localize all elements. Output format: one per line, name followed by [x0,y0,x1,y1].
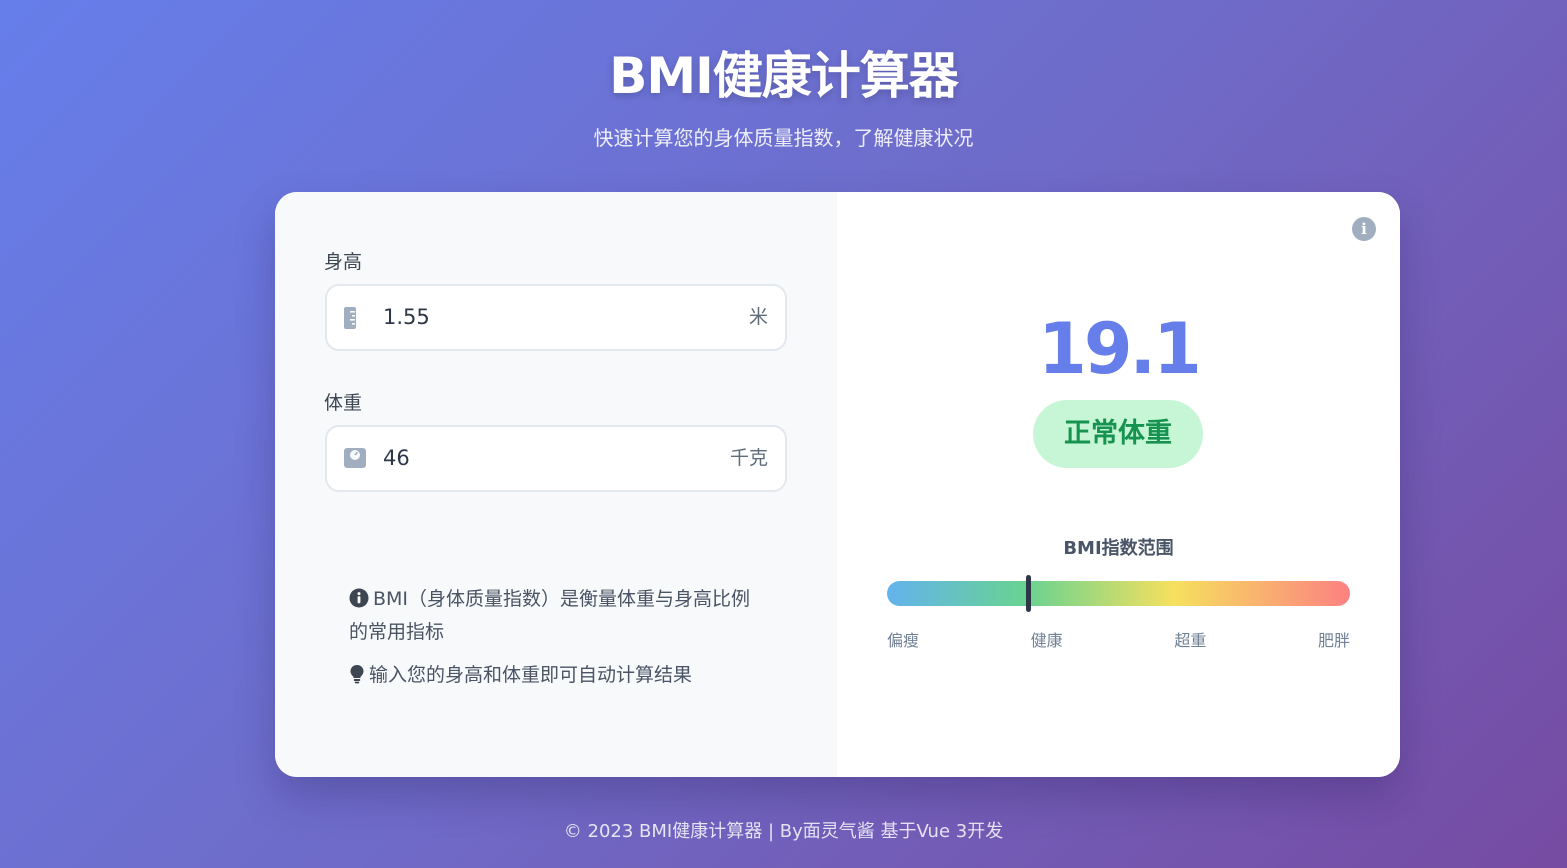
weight-unit: 千克 [729,447,768,469]
weight-input[interactable] [383,427,683,490]
info-line-bmi: BMI（身体质量指数）是衡量体重与身高比例的常用指标 [349,584,769,647]
range-labels: 偏瘦 健康 超重 肥胖 [887,627,1350,651]
lightbulb-icon [349,663,365,693]
page-title: BMI健康计算器 [609,47,958,105]
height-label: 身高 [324,251,363,273]
bmi-range-marker [1025,575,1031,612]
calculator-card: 身高 米 体重 [275,192,1400,777]
ruler-icon [343,306,365,330]
range-label-underweight: 偏瘦 [887,631,920,650]
height-unit: 米 [748,306,768,328]
info-block: BMI（身体质量指数）是衡量体重与身高比例的常用指标 输入您的身高和体重即可自动… [349,584,769,693]
height-input[interactable] [383,286,683,349]
footer: © 2023 BMI健康计算器 | By面灵气酱 基于Vue 3开发 [563,821,1004,842]
page-subtitle: 快速计算您的身体质量指数，了解健康状况 [593,126,974,150]
bmi-range-bar [887,575,1350,612]
bmi-value: 19.1 [1038,308,1202,390]
range-label-obese: 肥胖 [1317,631,1350,650]
weight-field[interactable]: 千克 [325,425,787,492]
status-badge: 正常体重 [1033,400,1203,468]
info-icon[interactable]: i [1352,217,1376,241]
input-panel: 身高 米 体重 [275,192,837,777]
result-panel: i 19.1 正常体重 BMI指数范围 偏瘦 健康 超重 肥胖 [837,192,1400,777]
info-line-tip: 输入您的身高和体重即可自动计算结果 [349,660,769,693]
weight-label: 体重 [324,392,363,414]
weight-scale-icon [343,447,366,471]
info-text-tip: 输入您的身高和体重即可自动计算结果 [369,664,693,686]
range-title: BMI指数范围 [1063,538,1174,559]
info-text-bmi: BMI（身体质量指数）是衡量体重与身高比例的常用指标 [349,588,751,643]
info-circle-icon [349,587,369,617]
range-label-healthy: 健康 [1030,631,1063,650]
height-field[interactable]: 米 [325,284,787,351]
range-label-overweight: 超重 [1174,631,1207,650]
